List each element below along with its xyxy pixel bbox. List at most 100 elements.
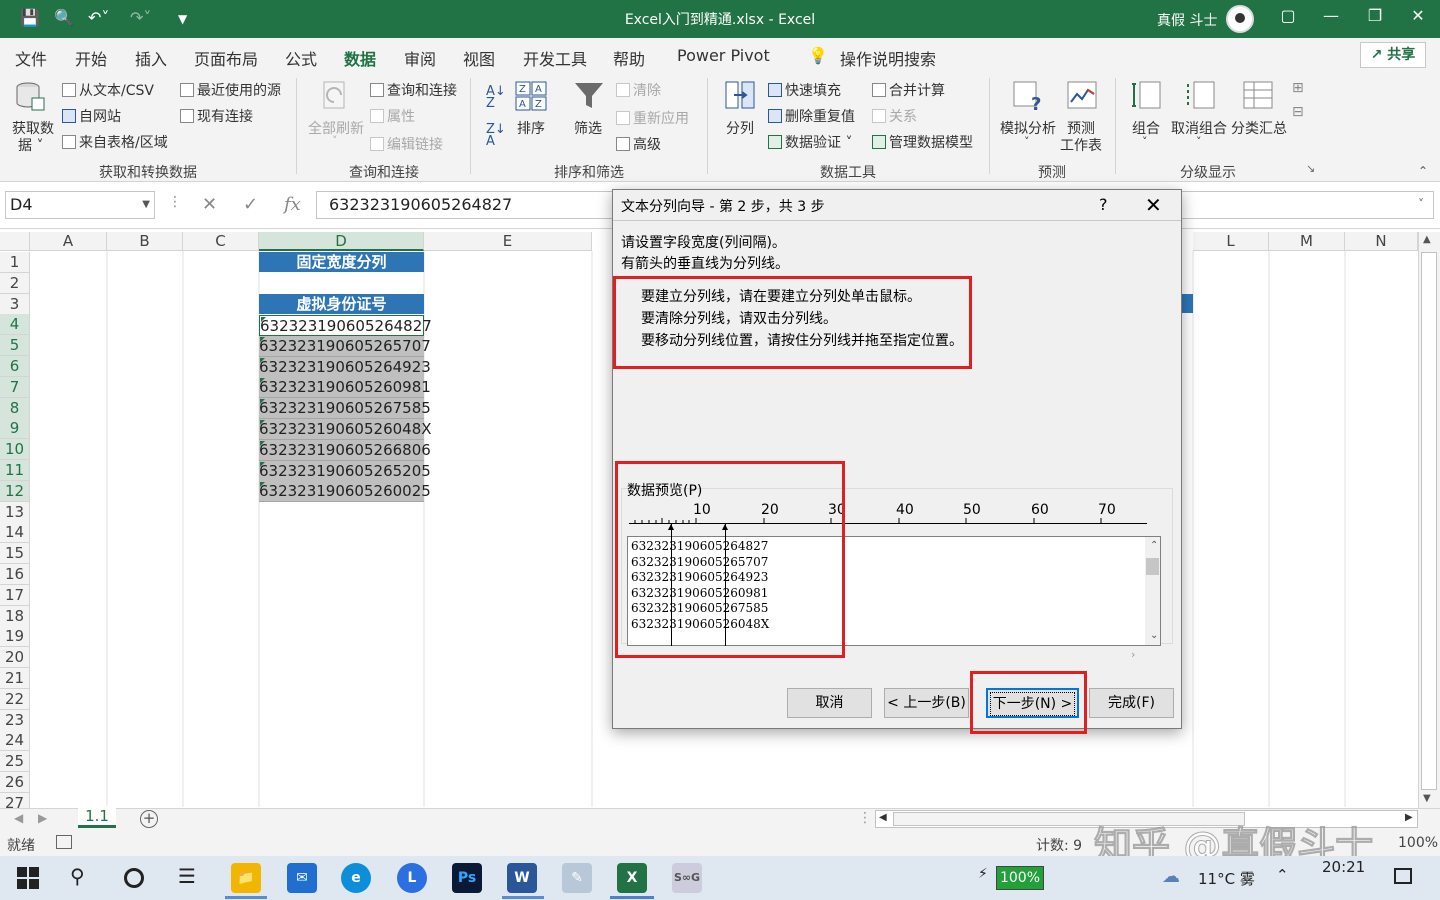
column-header-a[interactable]: A — [30, 232, 107, 251]
photoshop-icon[interactable]: Ps — [452, 863, 482, 893]
row-header-10[interactable]: 10 — [0, 439, 30, 461]
column-header-l[interactable]: L — [1193, 232, 1269, 251]
row-header-7[interactable]: 7 — [0, 376, 30, 398]
column-header-b[interactable]: B — [107, 232, 183, 251]
preview-scrollbar[interactable] — [1145, 537, 1160, 645]
id-cell[interactable]: 632323190605266806 — [259, 439, 431, 461]
preview-scroll-up-icon[interactable]: ⌃ — [1150, 540, 1158, 551]
tab-power-pivot[interactable]: Power Pivot — [677, 46, 770, 65]
tab-file[interactable]: 文件 — [15, 46, 47, 70]
battery-indicator[interactable]: 100% — [996, 866, 1044, 890]
vertical-scroll-thumb[interactable] — [1421, 252, 1437, 790]
scroll-down-icon[interactable]: ▼ — [1423, 793, 1431, 804]
cortana-icon[interactable] — [124, 868, 144, 888]
tab-page-layout[interactable]: 页面布局 — [194, 46, 258, 70]
edge-icon[interactable]: e — [341, 863, 371, 893]
collapse-ribbon-icon[interactable]: ⌃ — [1418, 164, 1428, 178]
cancel-icon[interactable]: ✕ — [202, 194, 217, 215]
help-icon[interactable]: ? — [1099, 195, 1108, 214]
break-line-1[interactable] — [668, 524, 674, 646]
preview-scroll-down-icon[interactable]: ⌄ — [1150, 630, 1158, 641]
data-validation-button[interactable]: 数据验证 ˅ — [768, 132, 852, 152]
word-icon[interactable]: W — [507, 863, 537, 893]
row-header-17[interactable]: 17 — [0, 584, 30, 606]
scroll-right-icon[interactable]: ▶ — [1405, 812, 1413, 823]
tab-help[interactable]: 帮助 — [613, 46, 645, 70]
id-cell[interactable]: 632323190605260025 — [259, 481, 431, 503]
name-box[interactable]: D4 ▼ — [5, 191, 155, 219]
from-text-csv-button[interactable]: 从文本/CSV — [62, 80, 154, 100]
sheet-tab-1-1[interactable]: 1.1 — [78, 806, 116, 828]
id-cell[interactable]: 632323190605264923 — [259, 356, 431, 378]
next-sheet-icon[interactable]: ▶ — [38, 811, 47, 825]
preview-scroll-thumb[interactable] — [1146, 558, 1159, 575]
consolidate-button[interactable]: 合并计算 — [872, 80, 945, 100]
sort-button[interactable]: 排序 — [517, 118, 545, 138]
sort-asc-icon[interactable]: A↓ Z — [486, 85, 506, 110]
row-header-5[interactable]: 5 — [0, 335, 30, 357]
tell-me-search[interactable]: 操作说明搜索 — [840, 46, 936, 70]
relationships-button[interactable]: 关系 — [872, 106, 917, 126]
tab-view[interactable]: 视图 — [463, 46, 495, 70]
cancel-button[interactable]: 取消 — [787, 688, 872, 718]
split-handle-icon[interactable]: ⋮ — [858, 810, 872, 826]
id-cell[interactable]: 632323190605264827 — [259, 315, 432, 336]
row-header-12[interactable]: 12 — [0, 480, 30, 502]
windows-start-icon[interactable] — [17, 867, 39, 889]
filter-button[interactable]: 筛选 — [574, 118, 602, 138]
row-header-22[interactable]: 22 — [0, 688, 30, 710]
reapply-button[interactable]: 重新应用 — [616, 108, 689, 128]
column-header-n[interactable]: N — [1345, 232, 1418, 251]
remove-duplicates-button[interactable]: 删除重复值 — [768, 106, 855, 126]
tab-developer[interactable]: 开发工具 — [523, 46, 587, 70]
row-header-21[interactable]: 21 — [0, 668, 30, 689]
ribbon-display-icon[interactable]: ▢ — [1276, 6, 1300, 25]
macro-record-icon[interactable] — [56, 835, 72, 849]
enter-icon[interactable]: ✓ — [243, 194, 258, 215]
scroll-up-icon[interactable]: ▲ — [1423, 234, 1431, 245]
app-icon[interactable]: ✎ — [562, 863, 592, 893]
sort-desc-icon[interactable]: Z↓ A — [486, 123, 506, 148]
notification-icon[interactable] — [1394, 868, 1412, 884]
text-to-columns-button[interactable]: 分列 — [726, 118, 754, 138]
row-header-6[interactable]: 6 — [0, 356, 30, 377]
excel-icon[interactable]: X — [617, 863, 647, 893]
row-header-25[interactable]: 25 — [0, 751, 30, 773]
expand-formula-icon[interactable]: ˅ — [1418, 197, 1424, 211]
hide-detail-icon[interactable]: ⊟ — [1292, 104, 1304, 120]
queries-connections-button[interactable]: 查询和连接 — [370, 80, 457, 100]
row-header-23[interactable]: 23 — [0, 709, 30, 731]
tray-chevron-icon[interactable]: ⌃ — [1276, 866, 1289, 884]
tab-home[interactable]: 开始 — [75, 46, 107, 70]
header-cell[interactable]: 虚拟身份证号 — [259, 294, 424, 314]
column-header-m[interactable]: M — [1269, 232, 1345, 251]
break-line-2[interactable] — [722, 524, 728, 646]
id-cell[interactable]: 632323190605265707 — [259, 335, 431, 357]
search-icon[interactable]: ⚲ — [70, 864, 85, 888]
manage-data-model-button[interactable]: 管理数据模型 — [872, 132, 973, 152]
dialog-close-icon[interactable]: ✕ — [1145, 193, 1162, 217]
tab-review[interactable]: 审阅 — [404, 46, 436, 70]
row-header-16[interactable]: 16 — [0, 564, 30, 585]
from-table-button[interactable]: 来自表格/区域 — [62, 132, 168, 152]
row-header-11[interactable]: 11 — [0, 460, 30, 481]
row-header-2[interactable]: 2 — [0, 272, 30, 294]
title-cell[interactable]: 固定宽度分列 — [259, 252, 424, 272]
finish-button[interactable]: 完成(F) — [1089, 688, 1174, 718]
row-header-13[interactable]: 13 — [0, 501, 30, 523]
column-header-d[interactable]: D — [259, 232, 424, 251]
preview-scroll-right-icon[interactable]: › — [1131, 648, 1135, 661]
row-header-24[interactable]: 24 — [0, 730, 30, 752]
lark-icon[interactable]: L — [397, 863, 427, 893]
row-header-1[interactable]: 1 — [0, 252, 30, 273]
id-cell[interactable]: 632323190605265205 — [259, 460, 431, 482]
column-ruler[interactable]: 10 20 30 40 50 60 70 — [627, 502, 1147, 524]
restore-icon[interactable]: ❐ — [1363, 6, 1387, 25]
id-cell[interactable]: 632323190605260981 — [259, 377, 431, 399]
dialog-launcher-icon[interactable]: ↘ — [1306, 162, 1315, 175]
column-header-e[interactable]: E — [424, 232, 592, 251]
row-header-26[interactable]: 26 — [0, 772, 30, 793]
user-name[interactable]: 真假 斗士 — [1157, 10, 1217, 30]
scroll-left-icon[interactable]: ◀ — [879, 812, 887, 823]
id-cell[interactable]: 63232319060526048X — [259, 419, 432, 440]
